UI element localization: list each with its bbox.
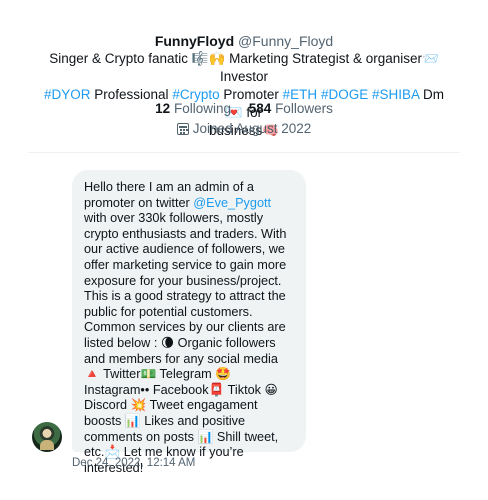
following-count: 12 — [155, 101, 171, 116]
message-text-rest: with over 330k followers, mostly crypto … — [84, 211, 287, 475]
mention-link[interactable]: @Eve_Pygott — [193, 196, 271, 210]
joined-date: Joined August 2022 — [192, 121, 312, 136]
followers-count: 584 — [248, 101, 272, 116]
handle[interactable]: @Funny_Floyd — [238, 33, 333, 49]
joined-date-row: Joined August 2022 — [0, 120, 488, 137]
avatar[interactable] — [32, 422, 62, 452]
follow-stats: 12 Following 584 Followers — [0, 100, 488, 117]
followers-link[interactable]: 584 Followers — [249, 101, 333, 116]
message-timestamp: Dec 24, 2022, 12:14 AM — [72, 457, 196, 469]
display-name[interactable]: FunnyFloyd — [155, 33, 234, 49]
profile-name-row: FunnyFloyd @Funny_Floyd — [0, 33, 488, 50]
calendar-icon — [176, 123, 189, 135]
followers-label: Followers — [275, 101, 333, 116]
message-bubble[interactable]: Hello there I am an admin of a promoter … — [72, 170, 306, 475]
divider — [28, 152, 460, 153]
bio-line1: Singer & Crypto fanatic 🎼🙌 Marketing Str… — [49, 51, 439, 84]
following-link[interactable]: 12 Following — [155, 101, 235, 116]
following-label: Following — [173, 101, 231, 116]
